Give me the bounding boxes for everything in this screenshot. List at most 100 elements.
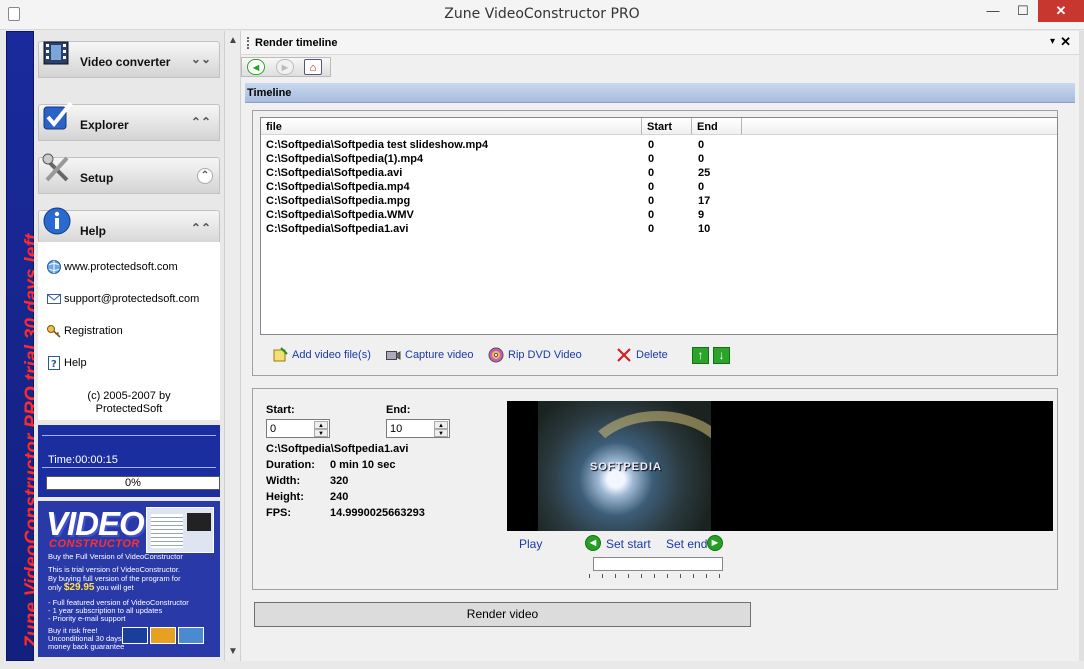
mastercard-icon bbox=[150, 627, 176, 644]
camera-icon bbox=[386, 351, 401, 360]
render-timeline-pane: Render timeline ▾ ✕ ◄ ► ⌂ Timeline file … bbox=[241, 31, 1079, 661]
collapse-chevron-icon[interactable]: ⌃⌃ bbox=[191, 221, 211, 235]
scroll-up-icon[interactable]: ▲ bbox=[228, 35, 238, 46]
start-spinner[interactable]: 0 ▲ ▼ bbox=[266, 419, 330, 438]
action-label: Capture video bbox=[405, 349, 474, 361]
window-edge bbox=[1079, 31, 1084, 661]
visa-card-icon bbox=[122, 627, 148, 644]
scroll-down-icon[interactable]: ▼ bbox=[228, 646, 238, 657]
pane-menu-button[interactable]: ▾ bbox=[1050, 36, 1055, 47]
pane-grip-icon[interactable] bbox=[247, 37, 249, 49]
start-cell: 0 bbox=[648, 209, 655, 221]
sidebar-scrollbar[interactable]: ▲ ▼ bbox=[224, 31, 241, 661]
file-list[interactable]: file Start End C:\Softpedia\Softpedia te… bbox=[260, 117, 1058, 335]
start-value: 0 bbox=[270, 423, 277, 435]
pane-close-button[interactable]: ✕ bbox=[1060, 34, 1071, 50]
play-button[interactable]: Play bbox=[519, 537, 542, 551]
end-cell: 10 bbox=[698, 223, 711, 235]
set-end-arrow-icon[interactable]: ► bbox=[707, 535, 723, 551]
table-row[interactable]: C:\Softpedia\Softpedia.mpg 0 17 bbox=[261, 195, 1057, 209]
action-label: Add video file(s) bbox=[292, 349, 371, 361]
sidebar-section-video-converter[interactable]: Video converter ⌄⌄ bbox=[38, 41, 220, 78]
timeline-panel: file Start End C:\Softpedia\Softpedia te… bbox=[252, 110, 1058, 376]
table-row[interactable]: C:\Softpedia\Softpedia.mp4 0 0 bbox=[261, 181, 1057, 195]
collapse-chevron-icon[interactable]: ⌃ bbox=[197, 168, 213, 184]
help-link-label: Help bbox=[64, 357, 87, 369]
table-row[interactable]: C:\Softpedia\Softpedia.avi 0 25 bbox=[261, 167, 1057, 181]
checkmark-icon bbox=[43, 101, 73, 130]
nav-toolbar: ◄ ► ⌂ bbox=[241, 57, 331, 77]
sidebar-section-label: Setup bbox=[80, 171, 114, 185]
sidebar-section-explorer[interactable]: Explorer ⌃⌃ bbox=[38, 101, 220, 141]
clip-details-panel: Start: End: 0 ▲ ▼ 10 ▲ ▼ C:\Softpedia\So… bbox=[252, 388, 1058, 590]
move-up-button[interactable]: ↑ bbox=[692, 347, 709, 364]
start-cell: 0 bbox=[648, 153, 655, 165]
column-header-file[interactable]: file bbox=[261, 118, 642, 135]
file-cell: C:\Softpedia\Softpedia.mpg bbox=[266, 195, 411, 207]
maximize-button[interactable]: ☐ bbox=[1008, 0, 1038, 22]
seek-slider[interactable] bbox=[593, 557, 723, 571]
ad-text: This is trial version of VideoConstructo… bbox=[48, 565, 181, 574]
end-label: End: bbox=[386, 404, 411, 416]
sidebar-section-setup[interactable]: Setup ⌃ bbox=[38, 153, 220, 194]
start-label: Start: bbox=[266, 404, 295, 416]
ad-screenshot-thumbnail bbox=[146, 507, 214, 553]
clip-filename: C:\Softpedia\Softpedia1.avi bbox=[266, 443, 409, 455]
table-row[interactable]: C:\Softpedia\Softpedia(1).mp4 0 0 bbox=[261, 153, 1057, 167]
back-button[interactable]: ◄ bbox=[247, 59, 265, 75]
tools-icon bbox=[42, 153, 69, 182]
elapsed-time: Time:00:00:15 bbox=[48, 454, 118, 466]
spinner-down-icon[interactable]: ▼ bbox=[434, 429, 448, 437]
file-cell: C:\Softpedia\Softpedia1.avi bbox=[266, 223, 409, 235]
width-label: Width: bbox=[266, 475, 301, 487]
film-reel-icon bbox=[43, 41, 69, 65]
video-preview[interactable]: SOFTPEDIA bbox=[507, 401, 1053, 531]
set-end-button[interactable]: Set end bbox=[666, 537, 707, 551]
delete-x-icon bbox=[617, 348, 631, 362]
status-divider bbox=[42, 467, 216, 468]
spinner-down-icon[interactable]: ▼ bbox=[314, 429, 328, 437]
minimize-button[interactable]: — bbox=[978, 0, 1008, 22]
table-row[interactable]: C:\Softpedia\Softpedia test slideshow.mp… bbox=[261, 139, 1057, 153]
table-row[interactable]: C:\Softpedia\Softpedia1.avi 0 10 bbox=[261, 223, 1057, 237]
sidebar-section-label: Video converter bbox=[80, 55, 171, 69]
home-button[interactable]: ⌂ bbox=[304, 59, 322, 75]
column-header-filler bbox=[742, 118, 1057, 135]
close-button[interactable]: ✕ bbox=[1038, 0, 1084, 22]
duration-value: 0 min 10 sec bbox=[330, 459, 396, 471]
end-cell: 0 bbox=[698, 139, 705, 151]
set-start-arrow-icon[interactable]: ◄ bbox=[585, 535, 601, 551]
end-cell: 9 bbox=[698, 209, 705, 221]
trial-banner: Zune VideoConstructor PRO trial 30 days … bbox=[6, 31, 43, 661]
ad-price-line: only $29.95 you will get bbox=[48, 583, 134, 593]
key-icon bbox=[47, 325, 61, 338]
end-spinner[interactable]: 10 ▲ ▼ bbox=[386, 419, 450, 438]
column-header-start[interactable]: Start bbox=[642, 118, 692, 135]
move-down-button[interactable]: ↓ bbox=[713, 347, 730, 364]
file-cell: C:\Softpedia\Softpedia.mp4 bbox=[266, 181, 410, 193]
svg-text:?: ? bbox=[51, 359, 57, 370]
set-start-button[interactable]: Set start bbox=[606, 537, 651, 551]
buy-full-version-ad[interactable]: VIDEO CONSTRUCTOR Buy the Full Version o… bbox=[38, 501, 220, 657]
window-edge bbox=[0, 661, 1084, 669]
spinner-up-icon[interactable]: ▲ bbox=[434, 421, 448, 429]
envelope-icon bbox=[47, 294, 61, 304]
globe-icon bbox=[47, 260, 61, 274]
duration-label: Duration: bbox=[266, 459, 315, 471]
start-cell: 0 bbox=[648, 195, 655, 207]
render-video-button[interactable]: Render video bbox=[254, 602, 751, 627]
end-cell: 17 bbox=[698, 195, 711, 207]
video-frame-image: SOFTPEDIA bbox=[538, 401, 711, 531]
spinner-up-icon[interactable]: ▲ bbox=[314, 421, 328, 429]
expand-chevron-icon[interactable]: ⌄⌄ bbox=[191, 52, 211, 66]
help-link-label: support@protectedsoft.com bbox=[64, 293, 200, 305]
help-link-label: Registration bbox=[64, 325, 123, 337]
column-header-end[interactable]: End bbox=[692, 118, 742, 135]
forward-button[interactable]: ► bbox=[276, 59, 294, 75]
info-icon bbox=[43, 207, 71, 235]
action-label: Rip DVD Video bbox=[508, 349, 582, 361]
table-row[interactable]: C:\Softpedia\Softpedia.WMV 0 9 bbox=[261, 209, 1057, 223]
payment-cards bbox=[122, 627, 206, 647]
collapse-chevron-icon[interactable]: ⌃⌃ bbox=[191, 115, 211, 129]
dvd-disc-icon bbox=[488, 347, 504, 363]
